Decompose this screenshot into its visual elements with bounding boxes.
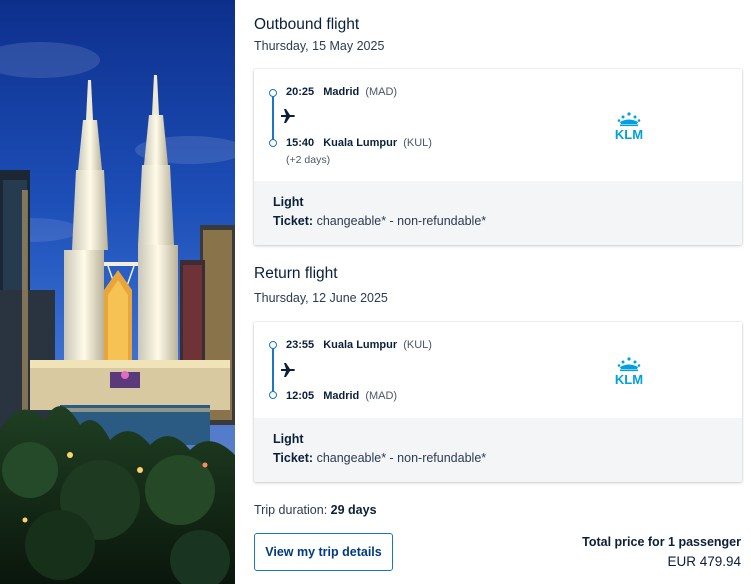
total-price-label: Total price for 1 passenger bbox=[582, 535, 741, 549]
departure-time: 23:55 bbox=[286, 339, 315, 351]
return-flight-card: 23:55 Kuala Lumpur (KUL) 12:05 Madrid (M… bbox=[254, 322, 742, 482]
arrival-dot bbox=[269, 391, 277, 399]
arrival-city: Madrid bbox=[323, 390, 360, 402]
airline-logo-text: KLM bbox=[615, 127, 643, 141]
arrival-dot bbox=[269, 139, 277, 147]
outbound-itinerary: 20:25 Madrid (MAD) 15:40 Kuala Lumpur (K… bbox=[254, 69, 742, 181]
departure-city: Madrid bbox=[323, 86, 360, 98]
arrival-day-offset: (+2 days) bbox=[286, 154, 331, 166]
fare-type: Light bbox=[273, 195, 304, 209]
plane-icon bbox=[281, 109, 295, 123]
trip-duration-label: Trip duration: bbox=[254, 503, 328, 517]
ticket-value: changeable* - non-refundable* bbox=[316, 451, 487, 465]
return-departure: 23:55 Kuala Lumpur (KUL) bbox=[286, 339, 432, 351]
arrival-code: (KUL) bbox=[403, 137, 432, 149]
total-price-value: EUR 479.94 bbox=[667, 554, 741, 569]
departure-dot bbox=[269, 341, 277, 349]
trip-summary-panel: Outbound flight Thursday, 15 May 2025 20… bbox=[254, 0, 742, 584]
klm-logo: KLM bbox=[606, 111, 652, 142]
airline-logo-text: KLM bbox=[615, 372, 643, 386]
departure-code: (KUL) bbox=[403, 339, 432, 351]
departure-dot bbox=[269, 89, 277, 97]
outbound-flight-card: 20:25 Madrid (MAD) 15:40 Kuala Lumpur (K… bbox=[254, 69, 742, 245]
ticket-label: Ticket: bbox=[273, 214, 314, 228]
petronas-towers-illustration bbox=[0, 0, 235, 584]
outbound-fare-info: Light Ticket: changeable* - non-refundab… bbox=[254, 181, 742, 245]
departure-code: (MAD) bbox=[365, 86, 398, 98]
departure-time: 20:25 bbox=[286, 86, 315, 98]
timeline-line bbox=[272, 94, 274, 144]
return-arrival: 12:05 Madrid (MAD) bbox=[286, 390, 397, 402]
klm-logo: KLM bbox=[606, 356, 652, 387]
return-itinerary: 23:55 Kuala Lumpur (KUL) 12:05 Madrid (M… bbox=[254, 322, 742, 418]
destination-hero-image bbox=[0, 0, 235, 584]
trip-duration-value: 29 days bbox=[330, 503, 377, 517]
outbound-title: Outbound flight bbox=[254, 16, 360, 33]
return-title: Return flight bbox=[254, 265, 338, 282]
plane-icon bbox=[281, 363, 295, 377]
return-date: Thursday, 12 June 2025 bbox=[254, 291, 388, 305]
arrival-time: 12:05 bbox=[286, 390, 315, 402]
return-fare-info: Light Ticket: changeable* - non-refundab… bbox=[254, 418, 742, 482]
trip-duration: Trip duration: 29 days bbox=[254, 503, 377, 517]
fare-type: Light bbox=[273, 432, 304, 446]
outbound-date: Thursday, 15 May 2025 bbox=[254, 39, 385, 53]
ticket-conditions: Ticket: changeable* - non-refundable* bbox=[273, 214, 486, 228]
outbound-departure: 20:25 Madrid (MAD) bbox=[286, 86, 397, 98]
outbound-timeline bbox=[269, 89, 277, 147]
arrival-city: Kuala Lumpur bbox=[323, 137, 398, 149]
arrival-code: (MAD) bbox=[365, 390, 398, 402]
ticket-conditions: Ticket: changeable* - non-refundable* bbox=[273, 451, 486, 465]
return-timeline bbox=[269, 341, 277, 399]
arrival-time: 15:40 bbox=[286, 137, 315, 149]
timeline-line bbox=[272, 346, 274, 396]
ticket-label: Ticket: bbox=[273, 451, 314, 465]
ticket-value: changeable* - non-refundable* bbox=[316, 214, 487, 228]
outbound-arrival: 15:40 Kuala Lumpur (KUL) bbox=[286, 137, 432, 149]
view-trip-details-button[interactable]: View my trip details bbox=[254, 533, 393, 571]
departure-city: Kuala Lumpur bbox=[323, 339, 398, 351]
